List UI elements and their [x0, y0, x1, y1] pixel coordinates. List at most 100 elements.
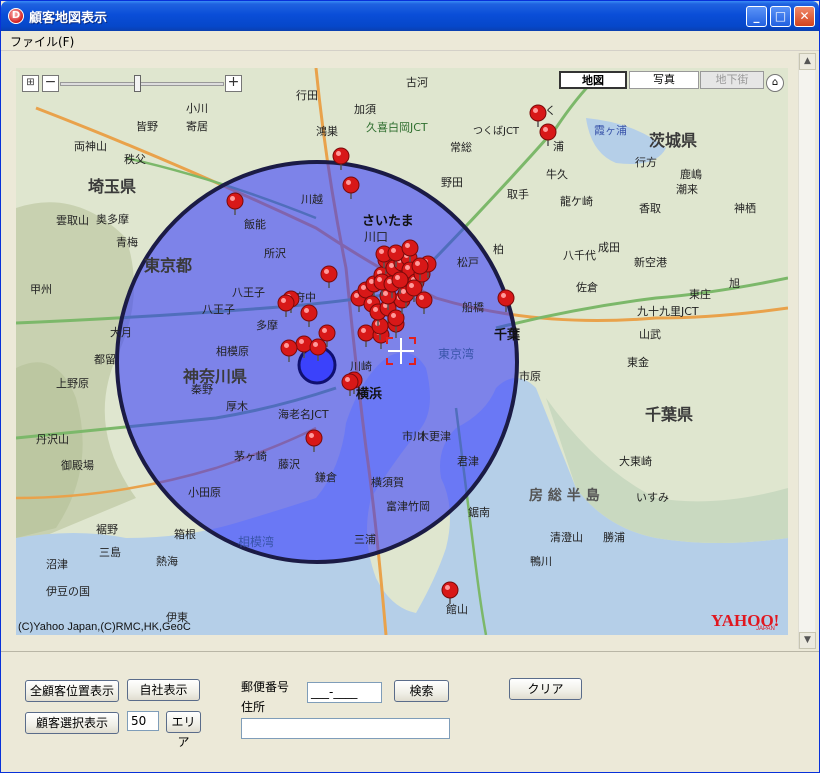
tab-photo[interactable]: 写真: [629, 71, 699, 89]
zoom-in-button[interactable]: +: [225, 75, 242, 92]
postal-code-field[interactable]: ___-____: [307, 682, 382, 703]
label-kujukuri: 九十九里JCT: [637, 304, 699, 318]
label-gotemba: 御殿場: [61, 458, 94, 472]
app-icon: D: [8, 8, 24, 24]
label-hachioji: 八王子: [232, 286, 265, 299]
main-window: D 顧客地図表示 _ □ ✕ ファイル(F) ▲ ▼ 埼玉県 東京都 神奈川県 …: [0, 0, 820, 773]
label-yorii: 寄居: [186, 119, 208, 133]
tab-map[interactable]: 地図: [559, 71, 627, 89]
label-chiba-pref: 千葉県: [645, 405, 693, 424]
window-title: 顧客地図表示: [29, 11, 108, 26]
label-kamisu: 神栖: [734, 201, 756, 215]
label-hachioji-jct: 八王子: [202, 303, 235, 316]
label-hadano: 秦野: [191, 382, 213, 396]
label-kamakura: 鎌倉: [315, 470, 337, 484]
map-view[interactable]: 埼玉県 東京都 神奈川県 千葉県 茨城県 さいたま 川口 千葉 横浜 川崎 房 …: [16, 68, 788, 635]
control-panel: 全顧客位置表示 自社表示 顧客選択表示 50 エリア 郵便番号 ___-____…: [1, 651, 819, 772]
label-shinkuko: 新空港: [634, 255, 667, 269]
label-asahi: 旭: [729, 276, 740, 290]
label-odawara: 小田原: [188, 486, 221, 499]
home-icon[interactable]: ⌂: [766, 74, 784, 92]
show-company-button[interactable]: 自社表示: [127, 679, 200, 701]
vertical-scrollbar[interactable]: ▲ ▼: [798, 53, 816, 649]
label-mishima: 三島: [99, 545, 121, 559]
scroll-up-icon[interactable]: ▲: [799, 53, 816, 70]
label-otsuki: 大月: [110, 325, 132, 339]
address-field[interactable]: [241, 718, 450, 739]
scroll-down-icon[interactable]: ▼: [799, 632, 816, 649]
label-chichibu: 秩父: [124, 153, 146, 166]
label-kamogawa: 鴨川: [530, 554, 552, 568]
zoom-slider-handle[interactable]: [134, 75, 141, 92]
postal-code-label: 郵便番号: [241, 680, 290, 694]
zoom-fit-icon[interactable]: ⊞: [22, 75, 39, 92]
label-minakami: 皆野: [136, 120, 158, 133]
area-button[interactable]: エリア: [166, 711, 201, 749]
tab-underground[interactable]: 地下街: [700, 71, 764, 89]
label-kashiwa: 柏: [493, 242, 504, 256]
title-bar[interactable]: D 顧客地図表示 _ □ ✕: [1, 1, 819, 31]
label-kawasaki: 川崎: [350, 359, 372, 373]
label-kounosu: 鴻巣: [316, 124, 338, 138]
map-canvas[interactable]: 埼玉県 東京都 神奈川県 千葉県 茨城県 さいたま 川口 千葉 横浜 川崎 房 …: [16, 68, 788, 635]
zoom-slider[interactable]: [60, 82, 224, 86]
label-ogawa: 小川: [186, 102, 208, 115]
label-ryugasaki: 龍ケ崎: [560, 194, 593, 208]
label-futtsu: 富津竹岡: [386, 499, 430, 513]
label-susono: 裾野: [96, 522, 118, 536]
label-katori: 香取: [639, 202, 661, 215]
label-kumotori: 雲取山: [56, 214, 89, 227]
label-tosho: 東庄: [689, 287, 711, 301]
zoom-out-button[interactable]: −: [42, 75, 59, 92]
label-tsuchiura: 浦: [553, 140, 564, 153]
maximize-button[interactable]: □: [770, 6, 791, 27]
minimize-button[interactable]: _: [746, 6, 767, 27]
label-kuki: 久喜白岡JCT: [366, 120, 428, 134]
label-kawagoe: 川越: [301, 192, 323, 206]
label-numazu: 沼津: [46, 557, 68, 571]
label-isumi: いすみ: [636, 491, 669, 504]
label-katsuura: 勝浦: [603, 530, 625, 544]
label-saitama-pref: 埼玉県: [88, 177, 136, 196]
area-radius-field[interactable]: 50: [127, 711, 159, 731]
label-sagamiwan: 相模湾: [238, 534, 274, 549]
label-otaki: 大東崎: [619, 454, 652, 468]
yahoo-logo-sub: JAPAN: [756, 626, 775, 632]
search-button[interactable]: 検索: [394, 680, 449, 702]
label-tama: 多摩: [256, 318, 278, 332]
label-tsuru: 都留: [94, 353, 116, 366]
select-customer-button[interactable]: 顧客選択表示: [25, 712, 119, 734]
label-nokogiri: 鋸南: [468, 505, 490, 519]
label-ibaraki: 茨城県: [649, 131, 697, 150]
menu-bar: ファイル(F): [1, 31, 819, 51]
label-hakone: 箱根: [174, 527, 196, 541]
label-kiyosumi: 清澄山: [550, 530, 583, 544]
label-yokosuka: 横須賀: [371, 475, 404, 489]
address-label: 住所: [241, 700, 266, 714]
label-narita: 成田: [598, 241, 620, 254]
label-ichikawa: 市川: [402, 429, 424, 443]
label-tateyama: 館山: [446, 602, 468, 616]
label-yokohama: 横浜: [356, 386, 382, 402]
label-chiba: 千葉: [494, 327, 521, 343]
menu-file[interactable]: ファイル(F): [10, 33, 74, 50]
label-fujisawa: 藤沢: [278, 457, 300, 471]
label-miura: 三浦: [354, 533, 376, 546]
label-tokyowan: 東京湾: [438, 346, 474, 361]
close-button[interactable]: ✕: [794, 6, 815, 27]
label-hanno: 飯能: [244, 217, 266, 231]
label-izu: 伊豆の国: [46, 585, 90, 598]
label-atsugi: 厚木: [226, 400, 248, 413]
label-funabashi: 船橋: [462, 300, 484, 314]
clear-button[interactable]: クリア: [509, 678, 582, 700]
label-tsukuba-jct: つくばJCT: [473, 125, 520, 137]
show-all-customers-button[interactable]: 全顧客位置表示: [25, 680, 119, 702]
label-joso: 常総: [450, 140, 472, 154]
label-kasumigaura: 霞ヶ浦: [594, 124, 627, 137]
label-tokorozawa: 所沢: [264, 246, 286, 260]
label-yachiyo: 八千代: [563, 249, 596, 262]
label-toride: 取手: [507, 187, 529, 201]
label-tanzawa: 丹沢山: [36, 432, 69, 446]
label-chigasaki: 茅ヶ崎: [234, 449, 267, 463]
label-boso: 房 総 半 島: [529, 487, 600, 504]
